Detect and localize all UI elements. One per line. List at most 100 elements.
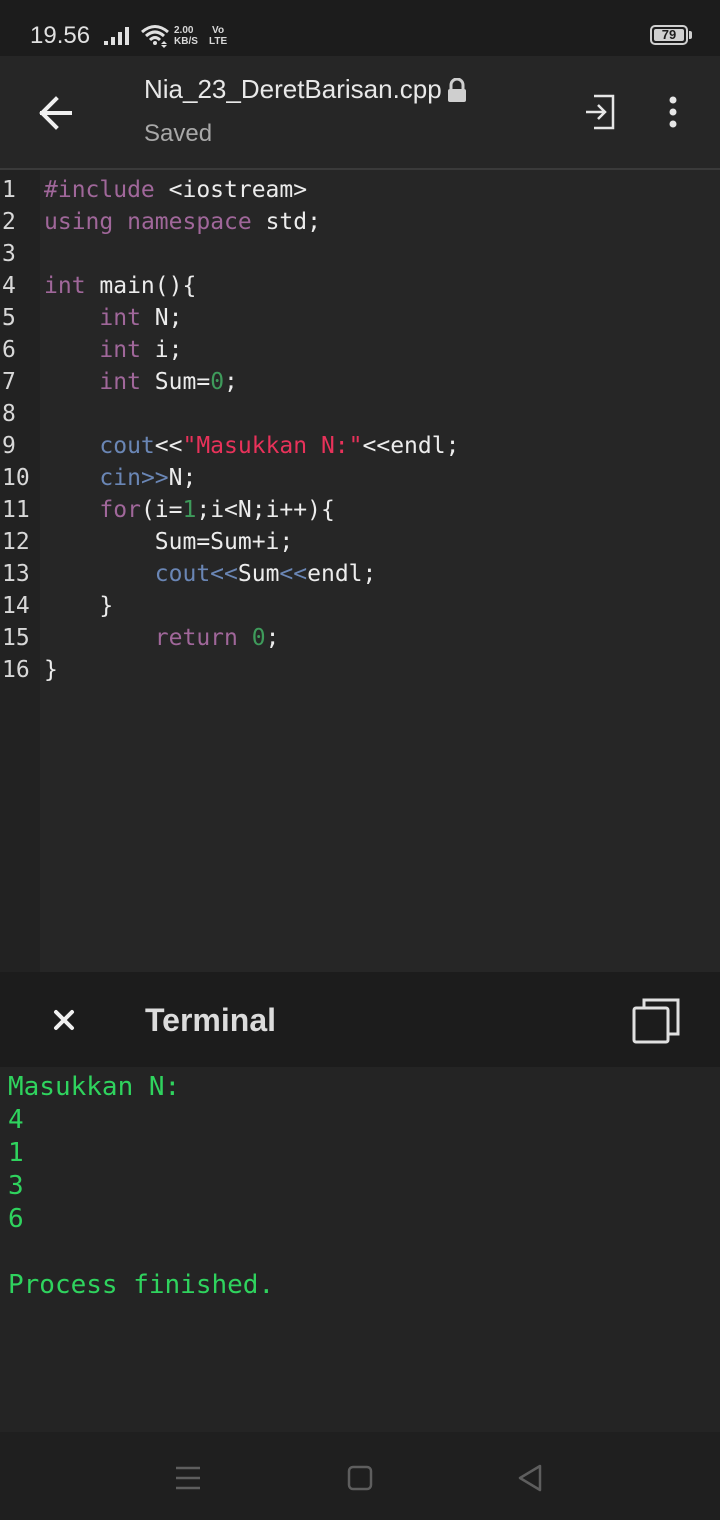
- code-line: 12 Sum=Sum+i;: [0, 526, 720, 558]
- code-token: }: [44, 657, 58, 683]
- line-number: 15: [2, 625, 30, 651]
- network-type-bottom: LTE: [209, 36, 228, 47]
- code-token: int: [99, 337, 141, 363]
- battery-level: 79: [661, 27, 677, 42]
- code-token: namespace: [127, 209, 252, 235]
- code-token: (i=: [140, 497, 183, 523]
- code-token: int: [99, 305, 141, 331]
- line-number: 13: [2, 561, 30, 587]
- code-editor[interactable]: 1 #include <iostream> 2 using namespace std…: [0, 170, 720, 972]
- exit-icon[interactable]: [580, 90, 620, 134]
- code-line: 16}: [0, 654, 720, 686]
- line-number: 16: [2, 657, 30, 683]
- code-line: 1 #include <iostream>: [0, 174, 720, 206]
- arrow-left-icon[interactable]: [30, 89, 82, 137]
- code-text: return 0;: [44, 622, 280, 654]
- file-status: Saved: [144, 120, 213, 147]
- code-text: Sum=Sum+i;: [44, 526, 293, 558]
- terminal-line: 6: [8, 1204, 24, 1234]
- code-token: std;: [251, 209, 321, 235]
- code-token: N;: [140, 305, 183, 331]
- network-type-top: Vo: [212, 25, 225, 36]
- code-line: 5 int N;: [0, 302, 720, 334]
- line-number: 5: [2, 305, 16, 331]
- terminal-header: Terminal: [0, 972, 720, 1067]
- code-text: using namespace std;: [44, 206, 321, 238]
- code-line: 8: [0, 398, 720, 430]
- wifi-icon: [141, 25, 169, 48]
- code-token: <iostream>: [154, 177, 308, 203]
- code-token: 0: [251, 625, 266, 651]
- copy-icon[interactable]: [630, 996, 682, 1046]
- code-text: for(i=1;i<N;i++){: [44, 494, 335, 526]
- line-number: 3: [2, 241, 16, 267]
- code-token: main(){: [85, 273, 197, 299]
- code-line: 6 int i;: [0, 334, 720, 366]
- code-text: int N;: [44, 302, 182, 334]
- menu-icon[interactable]: [168, 1460, 208, 1496]
- terminal-line: 3: [8, 1171, 24, 1201]
- more-vertical-icon[interactable]: [660, 90, 686, 134]
- app-bar: Nia_23_DeretBarisan.cpp Saved: [0, 56, 720, 169]
- code-token: Sum=: [140, 369, 211, 395]
- line-number: 14: [2, 593, 30, 619]
- code-token: int: [44, 273, 86, 299]
- terminal-line: Process finished.: [8, 1270, 275, 1300]
- code-token: N;: [168, 465, 197, 491]
- battery-icon: 79: [650, 25, 688, 45]
- terminal-output: Masukkan N: 4 1 3 6 Process finished.: [0, 1067, 720, 1432]
- terminal-line: 4: [8, 1105, 24, 1135]
- code-token: i;: [140, 337, 183, 363]
- back-triangle-icon[interactable]: [510, 1460, 550, 1496]
- home-icon[interactable]: [340, 1460, 380, 1496]
- code-token: <<: [279, 561, 308, 587]
- code-text: int Sum=0;: [44, 366, 238, 398]
- code-line: 13 cout<<Sum<<endl;: [0, 558, 720, 590]
- line-number: 12: [2, 529, 30, 555]
- code-token: #include: [44, 177, 155, 203]
- line-number: 9: [2, 433, 16, 459]
- code-token: Sum: [237, 561, 280, 587]
- code-token: return: [154, 625, 238, 651]
- line-number: 10: [2, 465, 30, 491]
- code-line: 4 int main(){: [0, 270, 720, 302]
- code-token: ;i<N;i++){: [196, 497, 335, 523]
- terminal-line: Masukkan N:: [8, 1072, 181, 1102]
- code-token: cout: [154, 561, 211, 587]
- file-name: Nia_23_DeretBarisan.cpp: [144, 74, 442, 104]
- code-token: }: [44, 593, 114, 619]
- code-token: cout: [99, 433, 155, 459]
- system-nav-bar: [0, 1432, 720, 1520]
- code-token: <<: [210, 561, 238, 587]
- code-token: using: [44, 209, 114, 235]
- line-number: 6: [2, 337, 16, 363]
- code-token: 0: [210, 369, 225, 395]
- code-token: >>: [140, 465, 169, 491]
- code-text: cin>>N;: [44, 462, 196, 494]
- code-text: cout<<Sum<<endl;: [44, 558, 377, 590]
- network-speed-unit: KB/S: [174, 36, 198, 47]
- code-line: 9 cout<<"Masukkan N:"<<endl;: [0, 430, 720, 462]
- code-text: cout<<"Masukkan N:"<<endl;: [44, 430, 459, 462]
- code-token: endl;: [307, 561, 377, 587]
- status-time: 19.56: [30, 22, 91, 49]
- code-token: int: [99, 369, 141, 395]
- line-number: 4: [2, 273, 16, 299]
- network-type: Vo LTE: [209, 25, 227, 47]
- code-text: #include <iostream>: [44, 174, 307, 206]
- code-line: 3: [0, 238, 720, 270]
- close-icon[interactable]: [46, 1000, 82, 1040]
- code-token: "Masukkan N:": [182, 433, 363, 459]
- line-number: 7: [2, 369, 16, 395]
- network-speed-value: 2.00: [174, 25, 194, 36]
- code-line: 10 cin>>N;: [0, 462, 720, 494]
- code-token: 1: [182, 497, 197, 523]
- code-line: 15 return 0;: [0, 622, 720, 654]
